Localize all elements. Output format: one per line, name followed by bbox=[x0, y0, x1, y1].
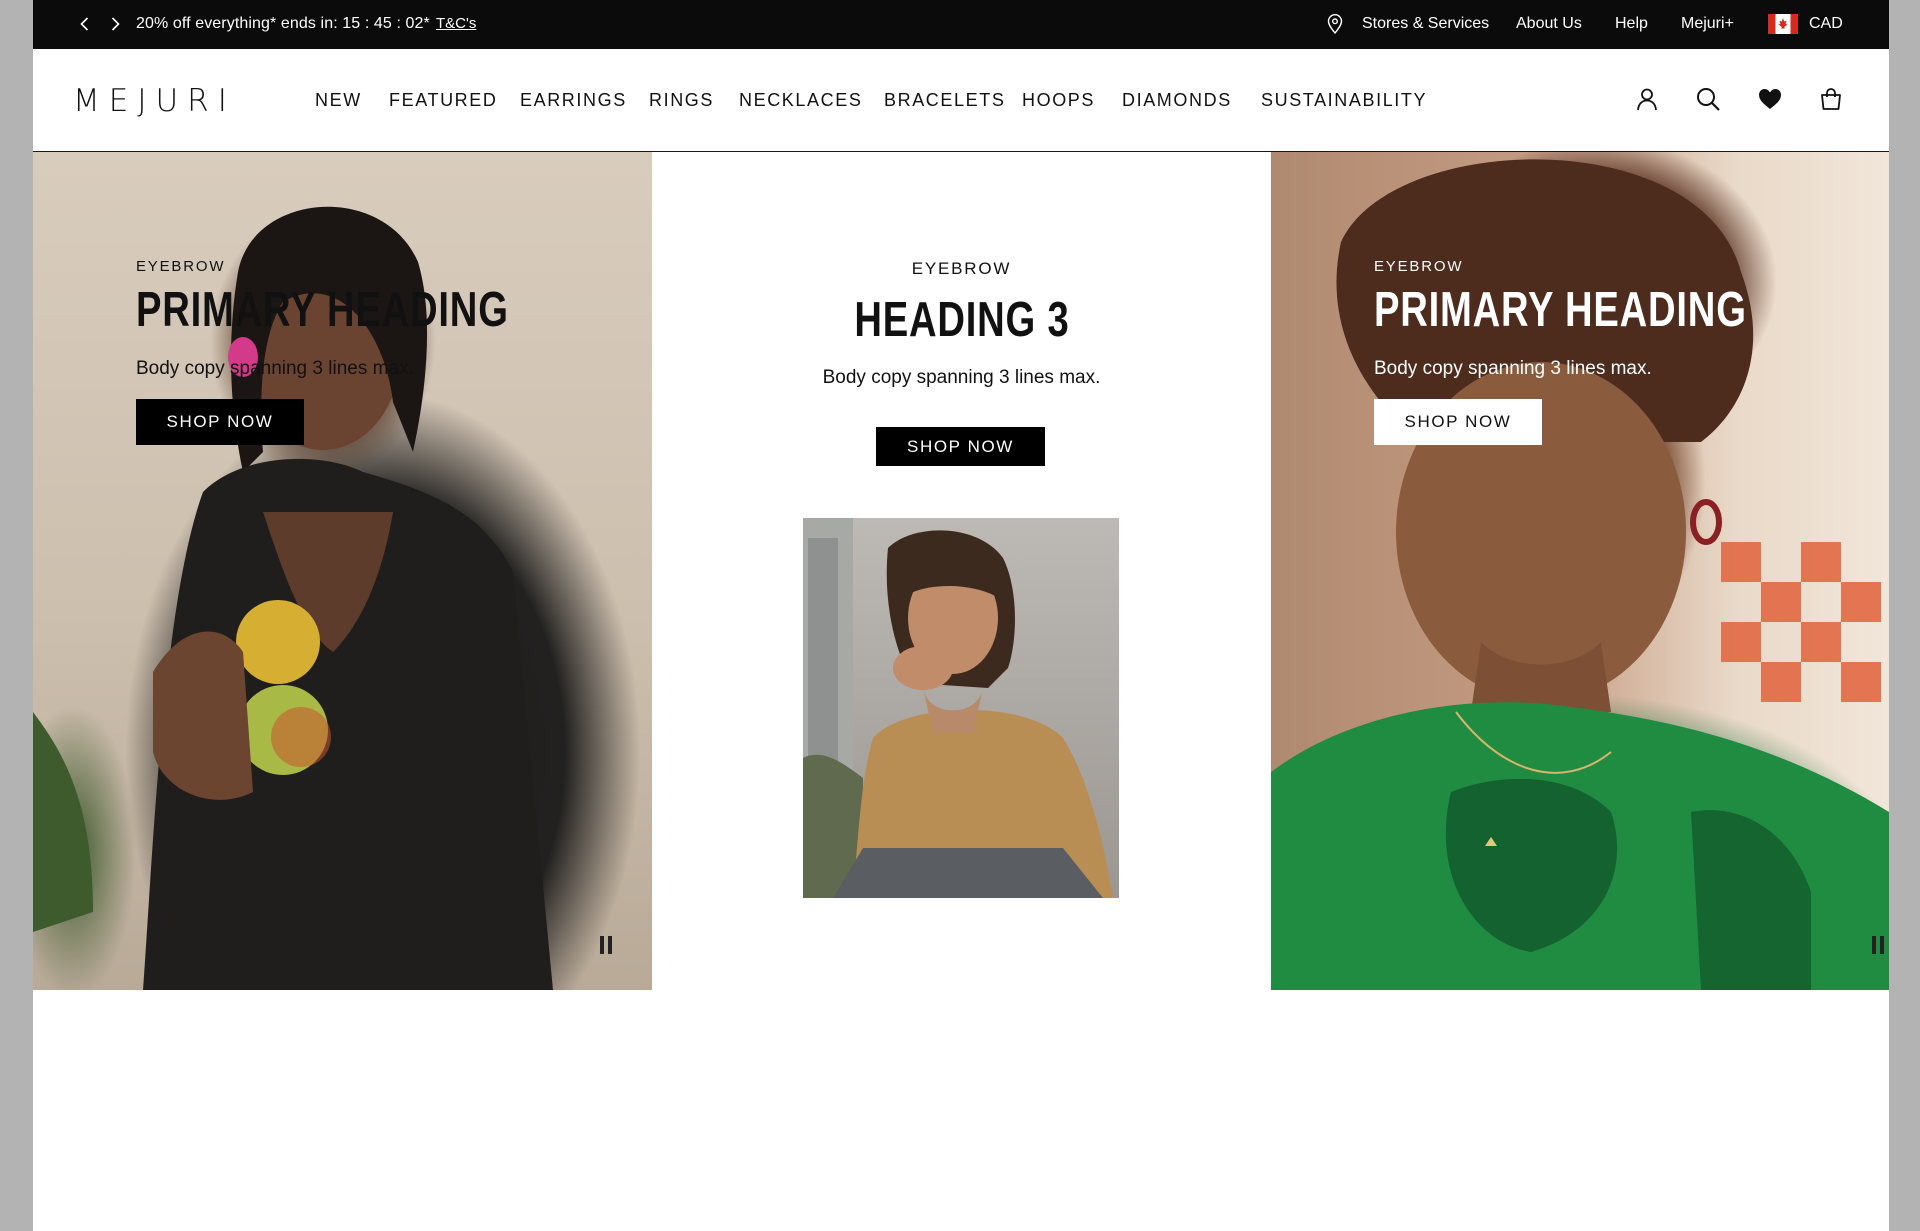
center-heading-3: HEADING 3 bbox=[853, 293, 1070, 347]
hero-image-left bbox=[33, 152, 652, 990]
left-body-copy: Body copy spanning 3 lines max. bbox=[136, 358, 414, 379]
center-eyebrow: EYEBROW bbox=[911, 259, 1012, 278]
hero-panel-right: EYEBROW PRIMARY HEADING Body copy spanni… bbox=[1271, 152, 1889, 990]
pause-icon[interactable] bbox=[1870, 936, 1888, 956]
nav-necklaces[interactable]: NECKLACES bbox=[739, 90, 862, 111]
nav-hoops[interactable]: HOOPS bbox=[1022, 90, 1095, 111]
hero-image-right bbox=[1271, 152, 1889, 990]
stores-services-link[interactable]: Stores & Services bbox=[1362, 15, 1489, 33]
mejuri-plus-link[interactable]: Mejuri+ bbox=[1681, 15, 1734, 33]
right-eyebrow: EYEBROW bbox=[1374, 258, 1464, 275]
right-shop-now-button[interactable]: SHOP NOW bbox=[1374, 399, 1542, 445]
center-body-copy: Body copy spanning 3 lines max. bbox=[822, 367, 1101, 388]
nav-sustainability[interactable]: SUSTAINABILITY bbox=[1261, 90, 1427, 111]
mejuri-logo[interactable]: MEJURI bbox=[73, 83, 236, 119]
map-pin-icon bbox=[1325, 13, 1345, 35]
chevron-right-icon[interactable] bbox=[105, 14, 125, 34]
nav-featured[interactable]: FEATURED bbox=[389, 90, 497, 111]
terms-link[interactable]: T&C's bbox=[436, 15, 476, 32]
nav-earrings[interactable]: EARRINGS bbox=[520, 90, 627, 111]
nav-new[interactable]: NEW bbox=[315, 90, 362, 111]
wishlist-heart-icon[interactable] bbox=[1757, 86, 1783, 112]
hero-panel-left: EYEBROW PRIMARY HEADING Body copy spanni… bbox=[33, 152, 652, 990]
nav-bracelets[interactable]: BRACELETS bbox=[884, 90, 1005, 111]
left-eyebrow: EYEBROW bbox=[136, 258, 226, 275]
center-shop-now-button[interactable]: SHOP NOW bbox=[876, 427, 1045, 466]
page: 20% off everything* ends in: 15 : 45 : 0… bbox=[33, 0, 1889, 1231]
canada-flag-icon bbox=[1768, 14, 1798, 34]
search-icon[interactable] bbox=[1695, 86, 1721, 112]
right-primary-heading: PRIMARY HEADING bbox=[1374, 283, 1747, 337]
promo-message: 20% off everything* ends in: 15 : 45 : 0… bbox=[136, 15, 430, 32]
nav-diamonds[interactable]: DIAMONDS bbox=[1122, 90, 1232, 111]
center-feature-image bbox=[803, 518, 1119, 898]
center-heading-wrap: HEADING 3 bbox=[652, 292, 1271, 348]
main-header: MEJURI NEW FEATURED EARRINGS RINGS NECKL… bbox=[33, 49, 1889, 152]
nav-rings[interactable]: RINGS bbox=[649, 90, 714, 111]
shopping-bag-icon[interactable] bbox=[1818, 86, 1844, 112]
pause-icon[interactable] bbox=[598, 936, 616, 956]
hero-panel-center: EYEBROW HEADING 3 Body copy spanning 3 l… bbox=[652, 152, 1271, 990]
left-primary-heading: PRIMARY HEADING bbox=[136, 283, 509, 337]
help-link[interactable]: Help bbox=[1615, 15, 1648, 33]
about-us-link[interactable]: About Us bbox=[1516, 15, 1582, 33]
currency-selector[interactable]: CAD bbox=[1809, 15, 1843, 33]
promo-bar: 20% off everything* ends in: 15 : 45 : 0… bbox=[33, 0, 1889, 49]
left-shop-now-button[interactable]: SHOP NOW bbox=[136, 399, 304, 445]
account-icon[interactable] bbox=[1634, 86, 1660, 112]
right-body-copy: Body copy spanning 3 lines max. bbox=[1374, 358, 1652, 379]
chevron-left-icon[interactable] bbox=[75, 14, 95, 34]
